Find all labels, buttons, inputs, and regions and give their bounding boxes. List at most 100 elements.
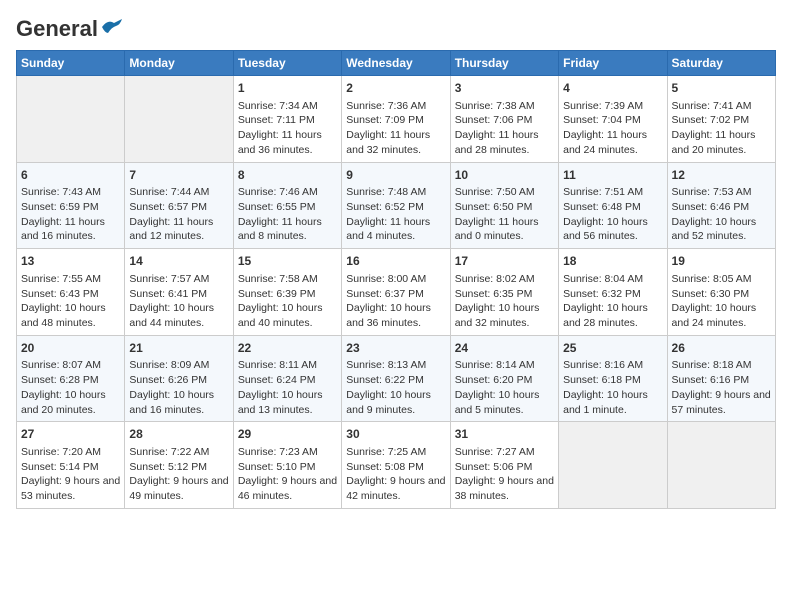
col-monday: Monday: [125, 51, 233, 76]
col-thursday: Thursday: [450, 51, 558, 76]
table-cell: 18Sunrise: 8:04 AMSunset: 6:32 PMDayligh…: [559, 249, 667, 336]
sunrise: Sunrise: 8:07 AM: [21, 359, 101, 371]
day-number: 7: [129, 167, 228, 184]
sunrise: Sunrise: 8:05 AM: [672, 273, 752, 285]
sunset: Sunset: 7:09 PM: [346, 114, 424, 126]
daylight: Daylight: 9 hours and 49 minutes.: [129, 475, 228, 502]
table-cell: 21Sunrise: 8:09 AMSunset: 6:26 PMDayligh…: [125, 335, 233, 422]
daylight: Daylight: 11 hours and 24 minutes.: [563, 129, 647, 156]
sunrise: Sunrise: 7:23 AM: [238, 446, 318, 458]
table-cell: [667, 422, 775, 509]
sunset: Sunset: 5:08 PM: [346, 461, 424, 473]
day-number: 17: [455, 253, 554, 270]
daylight: Daylight: 11 hours and 36 minutes.: [238, 129, 322, 156]
day-number: 24: [455, 340, 554, 357]
daylight: Daylight: 9 hours and 46 minutes.: [238, 475, 337, 502]
sunrise: Sunrise: 7:43 AM: [21, 186, 101, 198]
calendar-body: 1Sunrise: 7:34 AMSunset: 7:11 PMDaylight…: [17, 76, 776, 509]
table-cell: 15Sunrise: 7:58 AMSunset: 6:39 PMDayligh…: [233, 249, 341, 336]
daylight: Daylight: 10 hours and 5 minutes.: [455, 389, 540, 416]
table-cell: [17, 76, 125, 163]
daylight: Daylight: 10 hours and 52 minutes.: [672, 216, 757, 243]
day-number: 18: [563, 253, 662, 270]
day-number: 26: [672, 340, 771, 357]
sunrise: Sunrise: 7:25 AM: [346, 446, 426, 458]
sunrise: Sunrise: 8:02 AM: [455, 273, 535, 285]
col-saturday: Saturday: [667, 51, 775, 76]
day-number: 25: [563, 340, 662, 357]
sunrise: Sunrise: 8:11 AM: [238, 359, 317, 371]
day-number: 31: [455, 426, 554, 443]
sunset: Sunset: 6:37 PM: [346, 288, 424, 300]
table-cell: 24 Sunrise: 8:14 AM Sunset: 6:20 PM Dayligh…: [450, 335, 558, 422]
calendar-table: Sunday Monday Tuesday Wednesday Thursday…: [16, 50, 776, 509]
sunset: Sunset: 6:32 PM: [563, 288, 641, 300]
day-number: 15: [238, 253, 337, 270]
table-cell: 6Sunrise: 7:43 AMSunset: 6:59 PMDaylight…: [17, 162, 125, 249]
table-cell: 1Sunrise: 7:34 AMSunset: 7:11 PMDaylight…: [233, 76, 341, 163]
table-cell: 31Sunrise: 7:27 AMSunset: 5:06 PMDayligh…: [450, 422, 558, 509]
daylight: Daylight: 11 hours and 28 minutes.: [455, 129, 539, 156]
day-number: 6: [21, 167, 120, 184]
table-cell: 22Sunrise: 8:11 AMSunset: 6:24 PMDayligh…: [233, 335, 341, 422]
daylight: Daylight: 11 hours and 16 minutes.: [21, 216, 105, 243]
daylight: Daylight: 10 hours and 13 minutes.: [238, 389, 323, 416]
daylight: Daylight: 10 hours and 44 minutes.: [129, 302, 214, 329]
sunrise: Sunrise: 7:57 AM: [129, 273, 209, 285]
table-cell: 30 Sunrise: 7:25 AM Sunset: 5:08 PM Dayligh…: [342, 422, 450, 509]
daylight: Daylight: 10 hours and 36 minutes.: [346, 302, 431, 329]
table-cell: 17 Sunrise: 8:02 AM Sunset: 6:35 PM Dayligh…: [450, 249, 558, 336]
table-cell: 29Sunrise: 7:23 AMSunset: 5:10 PMDayligh…: [233, 422, 341, 509]
sunrise: Sunrise: 7:39 AM: [563, 100, 643, 112]
sunset: Sunset: 6:18 PM: [563, 374, 641, 386]
day-number: 29: [238, 426, 337, 443]
sunset: Sunset: 7:06 PM: [455, 114, 533, 126]
day-number: 27: [21, 426, 120, 443]
sunset: Sunset: 6:24 PM: [238, 374, 316, 386]
table-cell: 13Sunrise: 7:55 AMSunset: 6:43 PMDayligh…: [17, 249, 125, 336]
sunrise: Sunrise: 8:04 AM: [563, 273, 643, 285]
table-cell: 11Sunrise: 7:51 AMSunset: 6:48 PMDayligh…: [559, 162, 667, 249]
sunset: Sunset: 7:04 PM: [563, 114, 641, 126]
table-cell: 10Sunrise: 7:50 AMSunset: 6:50 PMDayligh…: [450, 162, 558, 249]
daylight: Daylight: 9 hours and 42 minutes.: [346, 475, 445, 502]
table-cell: 4 Sunrise: 7:39 AM Sunset: 7:04 PM Daylight…: [559, 76, 667, 163]
daylight: Daylight: 10 hours and 1 minute.: [563, 389, 648, 416]
daylight: Daylight: 10 hours and 20 minutes.: [21, 389, 106, 416]
daylight: Daylight: 11 hours and 32 minutes.: [346, 129, 430, 156]
day-number: 8: [238, 167, 337, 184]
sunrise: Sunrise: 7:36 AM: [346, 100, 426, 112]
daylight: Daylight: 9 hours and 57 minutes.: [672, 389, 771, 416]
sunrise: Sunrise: 7:20 AM: [21, 446, 101, 458]
sunrise: Sunrise: 7:22 AM: [129, 446, 209, 458]
col-tuesday: Tuesday: [233, 51, 341, 76]
daylight: Daylight: 10 hours and 32 minutes.: [455, 302, 540, 329]
col-sunday: Sunday: [17, 51, 125, 76]
sunset: Sunset: 6:55 PM: [238, 201, 316, 213]
logo-bird-icon: [100, 19, 122, 35]
sunrise: Sunrise: 8:13 AM: [346, 359, 426, 371]
day-number: 19: [672, 253, 771, 270]
day-number: 30: [346, 426, 445, 443]
table-cell: 14Sunrise: 7:57 AMSunset: 6:41 PMDayligh…: [125, 249, 233, 336]
table-cell: 19Sunrise: 8:05 AMSunset: 6:30 PMDayligh…: [667, 249, 775, 336]
day-number: 4: [563, 80, 662, 97]
calendar-header: Sunday Monday Tuesday Wednesday Thursday…: [17, 51, 776, 76]
sunrise: Sunrise: 8:14 AM: [455, 359, 535, 371]
sunset: Sunset: 6:43 PM: [21, 288, 99, 300]
sunrise: Sunrise: 8:00 AM: [346, 273, 426, 285]
sunset: Sunset: 5:14 PM: [21, 461, 99, 473]
sunset: Sunset: 5:06 PM: [455, 461, 533, 473]
sunrise: Sunrise: 7:34 AM: [238, 100, 318, 112]
logo-general: General: [16, 16, 98, 42]
sunrise: Sunrise: 7:41 AM: [672, 100, 752, 112]
sunset: Sunset: 6:28 PM: [21, 374, 99, 386]
col-wednesday: Wednesday: [342, 51, 450, 76]
sunset: Sunset: 6:20 PM: [455, 374, 533, 386]
sunrise: Sunrise: 7:55 AM: [21, 273, 101, 285]
table-cell: 8Sunrise: 7:46 AMSunset: 6:55 PMDaylight…: [233, 162, 341, 249]
day-number: 2: [346, 80, 445, 97]
table-cell: 2 Sunrise: 7:36 AM Sunset: 7:09 PM Daylight…: [342, 76, 450, 163]
table-cell: 25Sunrise: 8:16 AMSunset: 6:18 PMDayligh…: [559, 335, 667, 422]
sunset: Sunset: 6:35 PM: [455, 288, 533, 300]
